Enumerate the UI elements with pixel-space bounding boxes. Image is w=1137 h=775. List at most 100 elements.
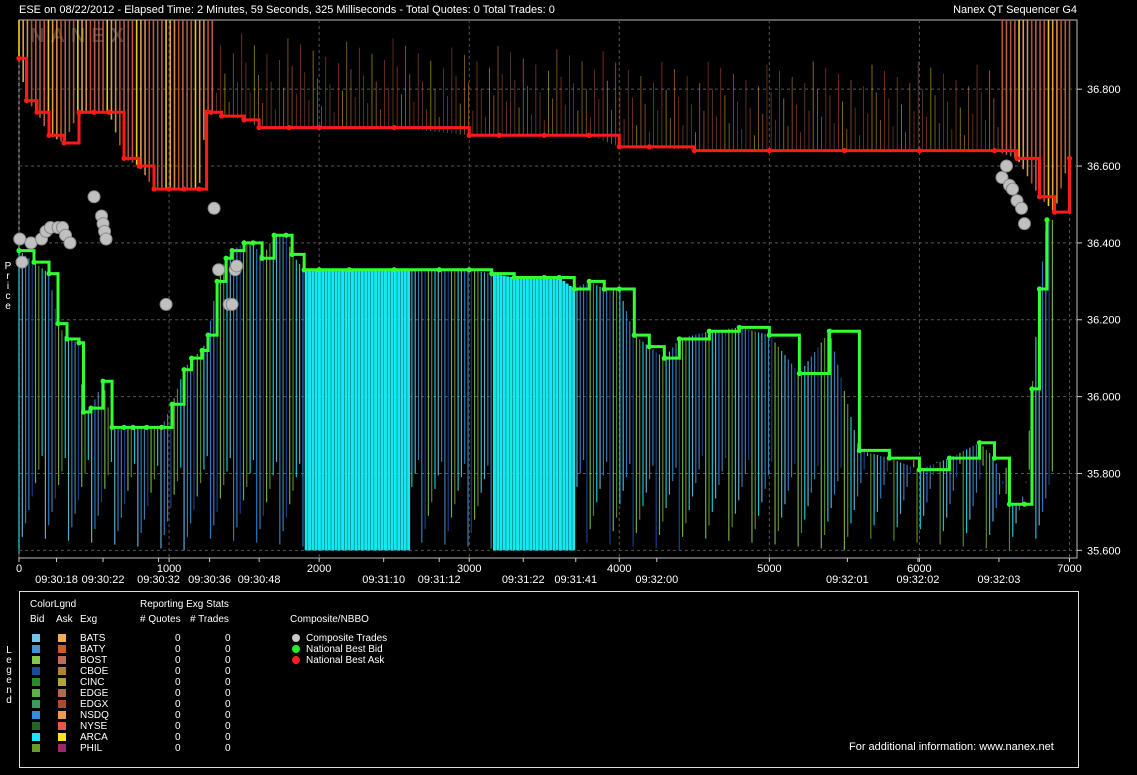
bid-color-swatch xyxy=(32,722,40,730)
y-tick-label: 36.000 xyxy=(1087,392,1121,404)
national-best-ask-point xyxy=(121,155,127,161)
national-best-bid-point xyxy=(205,332,211,338)
national-best-ask-point xyxy=(46,132,52,138)
national-best-bid-point xyxy=(283,232,289,238)
composite-trade-point xyxy=(159,297,173,311)
trade-count: 0 xyxy=(225,633,231,644)
national-best-ask-point xyxy=(1014,155,1020,161)
quote-count: 0 xyxy=(175,655,181,666)
trade-count: 0 xyxy=(225,710,231,721)
national-best-bid-point xyxy=(1029,386,1035,392)
national-best-bid-point xyxy=(55,320,61,327)
national-best-ask-point xyxy=(1051,209,1058,215)
time-tick-label: 09:30:48 xyxy=(238,574,281,586)
national-best-ask-point xyxy=(766,148,772,154)
composite-label: National Best Bid xyxy=(306,644,383,655)
time-tick-label: 09:30:32 xyxy=(137,574,180,586)
national-best-bid-point xyxy=(661,355,667,361)
exchange-name: EDGE xyxy=(80,688,109,699)
y-tick-label: 35.600 xyxy=(1087,545,1121,557)
trade-count: 0 xyxy=(225,677,231,688)
national-best-bid-point xyxy=(489,271,495,277)
legend-panel: ColorLgnd Bid Ask Exg Reporting Exg Stat… xyxy=(19,591,1079,768)
composite-marker xyxy=(292,634,300,642)
national-best-bid-point xyxy=(391,267,397,273)
trade-count: 0 xyxy=(225,732,231,743)
national-best-ask-point xyxy=(616,144,622,150)
national-best-ask-point xyxy=(16,55,22,62)
x-tick-label: 0 xyxy=(16,563,22,575)
bid-color-swatch xyxy=(32,667,40,675)
national-best-bid-point xyxy=(631,332,637,338)
national-best-bid-point xyxy=(259,255,265,261)
ask-color-swatch xyxy=(58,667,66,675)
national-best-ask-point xyxy=(256,125,262,131)
y-tick-label: 36.800 xyxy=(1087,84,1121,96)
national-best-bid-point xyxy=(199,347,205,354)
trade-count: 0 xyxy=(225,666,231,677)
composite-title: Composite/NBBO xyxy=(290,614,369,625)
national-best-ask-point xyxy=(34,109,40,115)
composite-marker xyxy=(292,645,300,653)
ask-color-swatch xyxy=(58,733,66,741)
national-best-ask-point xyxy=(208,109,214,115)
national-best-ask-point xyxy=(181,186,187,192)
national-best-ask-point xyxy=(151,186,157,192)
national-best-bid-point xyxy=(158,424,165,430)
national-best-bid-point xyxy=(1044,217,1050,223)
composite-trade-point xyxy=(15,255,29,269)
national-best-ask-point xyxy=(286,125,292,131)
bid-color-swatch xyxy=(32,733,40,741)
national-best-bid-point xyxy=(130,424,136,430)
national-best-bid-point xyxy=(88,405,94,411)
ask-color-swatch xyxy=(58,700,66,708)
exchange-name: ARCA xyxy=(80,732,108,743)
national-best-ask-point xyxy=(916,148,923,154)
time-tick-label: 09:31:12 xyxy=(418,574,461,586)
national-best-bid-point xyxy=(271,232,277,238)
national-best-bid-point xyxy=(46,271,52,277)
national-best-ask-point xyxy=(241,117,247,123)
bid-color-swatch xyxy=(32,634,40,642)
time-tick-label: 09:30:18 xyxy=(35,574,78,586)
national-best-ask-point xyxy=(691,148,697,154)
national-best-bid-point xyxy=(109,424,115,430)
legend-col-ask: Ask xyxy=(56,614,73,625)
time-tick-label: 09:32:01 xyxy=(826,574,869,586)
x-tick-label: 5000 xyxy=(757,563,781,575)
national-best-ask-point xyxy=(1036,194,1043,200)
national-best-bid-point xyxy=(289,251,295,258)
national-best-ask-point xyxy=(106,109,112,115)
time-tick-label: 09:32:00 xyxy=(635,574,678,586)
national-best-bid-point xyxy=(181,367,187,373)
composite-trade-point xyxy=(230,259,244,273)
national-best-bid-point xyxy=(586,278,592,284)
ask-color-swatch xyxy=(58,722,66,730)
national-best-bid-point xyxy=(1006,501,1013,507)
composite-trade-point xyxy=(99,232,113,246)
bid-color-swatch xyxy=(32,744,40,752)
composite-label: National Best Ask xyxy=(306,655,385,666)
quote-count: 0 xyxy=(175,666,181,677)
quote-count: 0 xyxy=(175,677,181,688)
exchange-name: EDGX xyxy=(80,699,109,710)
national-best-bid-point xyxy=(571,286,577,292)
national-best-ask-point xyxy=(61,140,67,146)
composite-trade-point xyxy=(63,236,77,250)
exchange-name: NYSE xyxy=(80,721,108,732)
exchange-name: CINC xyxy=(80,677,105,688)
national-best-bid-point xyxy=(80,409,87,415)
national-best-bid-point xyxy=(31,259,37,265)
quote-count: 0 xyxy=(175,633,181,644)
trade-count: 0 xyxy=(225,743,231,754)
national-best-bid-point xyxy=(556,274,562,281)
x-tick-label: 2000 xyxy=(307,563,331,575)
composite-trade-point xyxy=(207,201,221,215)
national-best-ask-point xyxy=(586,132,592,138)
price-chart[interactable]: NANEX 36.80036.60036.40036.20036.00035.8… xyxy=(0,0,1137,590)
legend-col-quotes: # Quotes xyxy=(140,614,181,625)
national-best-bid-point xyxy=(214,278,220,284)
national-best-bid-point xyxy=(466,267,472,273)
legend-col-bid: Bid xyxy=(30,614,45,625)
bid-color-swatch xyxy=(32,645,40,653)
